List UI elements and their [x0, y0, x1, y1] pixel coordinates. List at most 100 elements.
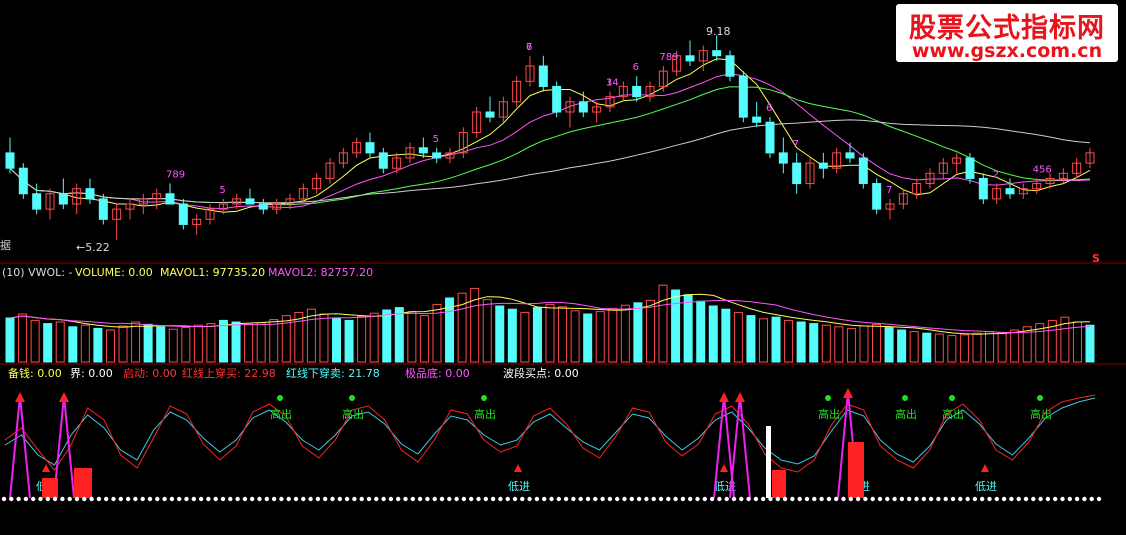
volume-bar	[43, 323, 53, 363]
baseline-dot	[396, 496, 401, 502]
baseline-dot	[644, 496, 649, 502]
high-price-marker: 9.18	[706, 25, 731, 38]
baseline-dot	[337, 496, 342, 502]
baseline-dot	[709, 496, 715, 502]
candle-body	[365, 142, 375, 154]
baseline-dot	[271, 496, 277, 502]
candle-body	[485, 111, 495, 118]
baseline-dot	[417, 496, 423, 502]
wave-count-label: 1	[606, 78, 612, 89]
baseline-dot	[717, 496, 722, 502]
signal-block	[772, 470, 786, 498]
high-out-label: 高出	[818, 407, 840, 421]
baseline-dot	[622, 496, 627, 502]
candle-body	[32, 193, 42, 210]
candle-body	[538, 65, 548, 87]
wave-count-label: 6	[766, 103, 772, 114]
high-out-label: 高出	[895, 407, 917, 421]
volume-bar	[746, 315, 756, 363]
volume-bar	[344, 319, 354, 363]
baseline-dot	[425, 496, 430, 502]
baseline-dot	[74, 496, 80, 502]
baseline-dot	[177, 496, 182, 502]
high-out-label: 高出	[270, 407, 292, 421]
baseline-dot	[301, 496, 306, 502]
baseline-dot	[899, 496, 905, 502]
baseline-dot	[381, 496, 386, 502]
baseline-dot	[848, 496, 853, 502]
volume-bar	[583, 313, 593, 363]
baseline-dot	[688, 496, 693, 502]
baseline-dot	[505, 496, 510, 502]
baseline-dot	[761, 496, 766, 502]
candle-body	[258, 203, 268, 210]
left-axis-label: 据	[0, 239, 11, 252]
candle-body	[965, 157, 975, 179]
baseline-dot	[352, 496, 357, 502]
baseline-dot	[315, 496, 321, 502]
high-out-dot	[1037, 395, 1043, 401]
baseline-dot	[118, 496, 124, 502]
baseline-dot	[928, 496, 934, 502]
candle-body	[85, 188, 95, 200]
volume-bar	[231, 321, 241, 363]
baseline-dot	[556, 496, 561, 502]
baseline-dot	[96, 496, 102, 502]
candle-body	[5, 152, 15, 169]
baseline-dot	[739, 496, 744, 502]
baseline-dot	[636, 496, 642, 502]
baseline-dot	[600, 496, 605, 502]
watermark-url: www.gszx.com.cn	[911, 40, 1103, 62]
volume-bar	[721, 308, 731, 363]
baseline-dot	[1009, 496, 1014, 502]
candle-body	[845, 152, 855, 159]
baseline-dot	[914, 496, 919, 502]
volume-bar	[809, 323, 819, 363]
baseline-dot	[936, 496, 941, 502]
candle-body	[18, 167, 28, 195]
candle-body	[178, 203, 188, 225]
volume-bar	[382, 309, 392, 363]
baseline-dot	[31, 496, 36, 502]
baseline-dot	[9, 496, 14, 502]
baseline-dot	[965, 496, 970, 502]
baseline-dot	[666, 496, 671, 502]
baseline-dot	[147, 496, 153, 502]
baseline-dot	[250, 496, 255, 502]
baseline-dot	[308, 496, 313, 502]
baseline-dot	[863, 496, 868, 502]
indicator-item-0: 备钱: 0.00	[8, 367, 62, 380]
baseline-dot	[461, 496, 467, 502]
baseline-dot	[140, 496, 145, 502]
volume-bar	[897, 329, 907, 363]
baseline-dot	[359, 496, 364, 502]
baseline-dot	[169, 496, 175, 502]
baseline-dot	[629, 496, 634, 502]
baseline-dot	[133, 496, 138, 502]
baseline-dot	[980, 496, 985, 502]
volume-bar	[507, 308, 517, 363]
candle-body	[552, 85, 562, 113]
baseline-dot	[67, 496, 72, 502]
baseline-dot	[198, 496, 204, 502]
volume-bar	[671, 289, 681, 363]
candle-body	[58, 193, 68, 205]
baseline-dot	[388, 496, 394, 502]
mavol2-value: MAVOL2: 82757.20	[268, 266, 374, 279]
wave-count-label: 7	[886, 185, 892, 196]
baseline-dot	[403, 496, 408, 502]
baseline-dot	[374, 496, 379, 502]
baseline-dot	[111, 496, 116, 502]
baseline-dot	[775, 496, 780, 502]
baseline-dot	[257, 496, 262, 502]
baseline-dot	[1031, 496, 1036, 502]
low-in-label: 低进	[975, 480, 997, 493]
baseline-dot	[782, 496, 788, 502]
wave-count-label: 5	[433, 134, 439, 145]
baseline-dot	[1060, 496, 1065, 502]
baseline-dot	[1038, 496, 1043, 502]
baseline-dot	[790, 496, 795, 502]
baseline-dot	[571, 496, 576, 502]
wave-count-label: 789	[166, 170, 185, 181]
baseline-dot	[82, 496, 87, 502]
